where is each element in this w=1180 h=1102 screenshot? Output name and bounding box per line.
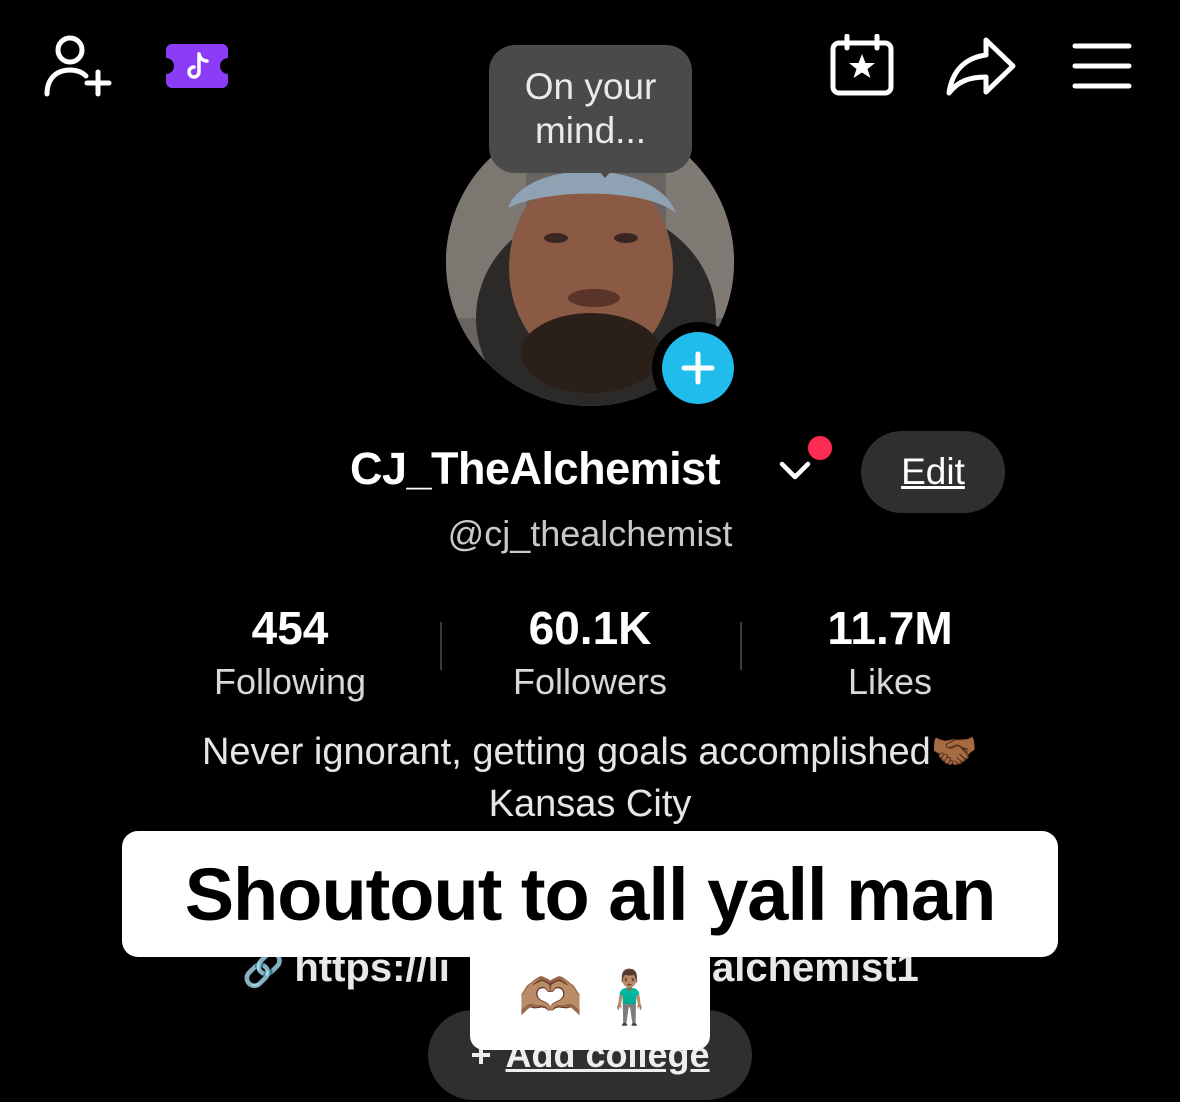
stat-label: Following <box>213 661 367 702</box>
add-story-button[interactable] <box>652 322 744 414</box>
bio-line-2: Kansas City <box>488 783 692 825</box>
stat-following[interactable]: 454 Following <box>160 602 420 704</box>
bubble-tail <box>589 160 621 178</box>
notification-dot <box>808 436 832 460</box>
stat-divider <box>740 622 742 670</box>
stat-label: Followers <box>512 661 668 702</box>
caption-emojis: 🫶🏽 🧍🏽‍♂️ <box>518 969 662 1027</box>
calendar-button[interactable] <box>830 33 894 101</box>
username-handle: @cj_thealchemist <box>447 513 733 554</box>
stat-value: 454 <box>251 602 329 654</box>
display-name[interactable]: CJ_TheAlchemist <box>350 443 721 495</box>
chevron-down-icon <box>779 461 811 480</box>
hamburger-menu-icon <box>1072 43 1132 89</box>
caption-emoji-box: 🫶🏽 🧍🏽‍♂️ <box>470 945 710 1050</box>
stat-value: 60.1K <box>528 602 652 654</box>
stat-followers[interactable]: 60.1K Followers <box>460 602 720 704</box>
stat-likes[interactable]: 11.7M Likes <box>760 602 1020 704</box>
share-arrow-icon <box>946 37 1016 96</box>
on-your-mind-bubble[interactable]: On your mind... <box>489 45 692 173</box>
add-story-circle <box>662 332 734 404</box>
person-add-icon <box>44 35 112 97</box>
stat-divider <box>440 622 442 670</box>
plus-icon <box>681 351 715 385</box>
video-caption: Shoutout to all yall man <box>122 831 1058 957</box>
stat-label: Likes <box>847 661 933 702</box>
add-friend-button[interactable] <box>44 34 114 103</box>
menu-button[interactable] <box>1072 42 1132 95</box>
tiktok-ticket-icon <box>166 44 228 88</box>
bubble-line-1: On your <box>524 66 657 107</box>
stat-value: 11.7M <box>827 602 953 654</box>
calendar-star-icon <box>830 33 894 96</box>
account-switch-button[interactable] <box>778 458 812 487</box>
bubble-line-2: mind... <box>534 110 647 151</box>
bio-line-1: Never ignorant, getting goals accomplish… <box>201 731 979 773</box>
promo-ticket-button[interactable] <box>164 42 230 95</box>
share-button[interactable] <box>946 36 1016 101</box>
edit-profile-button[interactable]: Edit <box>861 431 1005 513</box>
